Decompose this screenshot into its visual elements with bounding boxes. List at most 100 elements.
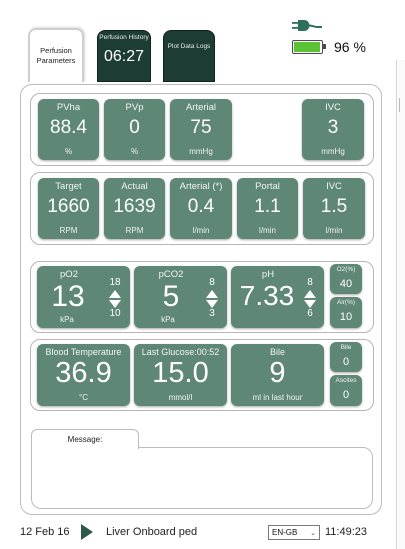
ph-high-limit: 8 bbox=[307, 277, 313, 288]
pvp-unit: % bbox=[130, 147, 139, 156]
battery-fill bbox=[294, 42, 320, 52]
portal-flow-value: 1.1 bbox=[254, 196, 281, 217]
tab-plot-data-logs[interactable]: Plot Data Logs bbox=[163, 30, 215, 82]
chevron-down-icon: ⌄ bbox=[310, 530, 316, 537]
side-panel-edge bbox=[396, 60, 405, 549]
po2-high-limit: 18 bbox=[109, 277, 121, 288]
target-rpm-card[interactable]: Target 1660 RPM bbox=[38, 178, 99, 239]
arterial-pressure-unit: mmHg bbox=[189, 147, 213, 156]
po2-low-limit: 10 bbox=[109, 308, 121, 319]
ascites-value: 0 bbox=[342, 389, 350, 401]
bile-mini-card[interactable]: Bile 0 bbox=[330, 342, 362, 372]
ivc-flow-card[interactable]: IVC 1.5 l/min bbox=[303, 178, 365, 239]
arterial-flow-value: 0.4 bbox=[187, 196, 215, 217]
target-rpm-value: 1660 bbox=[47, 196, 90, 217]
pco2-label: pCO2 bbox=[158, 269, 184, 280]
ascites-label: Ascites bbox=[335, 377, 357, 384]
perfusion-monitor-screen: Perfusion Parameters Perfusion History 0… bbox=[0, 0, 405, 549]
tab-perfusion-history[interactable]: Perfusion History 06:27 bbox=[97, 30, 151, 82]
o2-percent-card[interactable]: O2(%) 40 bbox=[330, 264, 362, 294]
pvp-label: PVp bbox=[125, 102, 144, 113]
play-icon[interactable] bbox=[81, 524, 93, 540]
ivc-pressure-label: IVC bbox=[325, 102, 341, 113]
po2-limit-arrows-icon[interactable] bbox=[109, 290, 121, 308]
po2-card[interactable]: pO2 13 kPa 18 10 bbox=[37, 266, 130, 328]
ph-value: 7.33 bbox=[239, 280, 295, 311]
arterial-flow-unit: l/min bbox=[192, 226, 210, 235]
pco2-value: 5 bbox=[162, 280, 180, 313]
pvp-value: 0 bbox=[129, 117, 140, 138]
bile-mini-label: Bile bbox=[340, 344, 352, 351]
pvha-unit: % bbox=[64, 147, 73, 156]
message-tab[interactable]: Message: bbox=[31, 429, 139, 449]
actual-rpm-card[interactable]: Actual 1639 RPM bbox=[104, 178, 165, 239]
battery-percent: 96 % bbox=[334, 39, 366, 55]
ascites-card[interactable]: Ascites 0 bbox=[330, 375, 362, 406]
actual-rpm-label: Actual bbox=[121, 181, 148, 192]
ivc-flow-label: IVC bbox=[326, 181, 342, 192]
tab-plot-data-logs-label: Plot Data Logs bbox=[167, 43, 211, 50]
arterial-pressure-card[interactable]: Arterial 75 mmHg bbox=[170, 99, 232, 160]
po2-label: pO2 bbox=[60, 269, 78, 280]
blood-temperature-label: Blood Temperature bbox=[45, 347, 122, 357]
pco2-limit-arrows-icon[interactable] bbox=[206, 290, 218, 308]
pvha-card[interactable]: PVha 88.4 % bbox=[38, 99, 99, 160]
pvha-value: 88.4 bbox=[50, 117, 87, 138]
o2-percent-value: 40 bbox=[339, 278, 353, 290]
battery-icon bbox=[292, 40, 326, 54]
message-box[interactable] bbox=[31, 447, 373, 509]
actual-rpm-value: 1639 bbox=[113, 196, 156, 217]
last-glucose-label: Last Glucose:00:52 bbox=[141, 347, 220, 357]
ivc-pressure-value: 3 bbox=[327, 117, 339, 138]
plug-icon bbox=[292, 20, 322, 31]
portal-flow-label: Portal bbox=[255, 181, 280, 192]
target-rpm-label: Target bbox=[55, 181, 82, 192]
perfusion-history-time: 06:27 bbox=[103, 48, 145, 65]
language-select-value: EN-GB bbox=[272, 528, 298, 537]
footer-time: 11:49:23 bbox=[325, 526, 368, 538]
bile-unit: ml in last hour bbox=[252, 393, 303, 402]
bile-mini-value: 0 bbox=[342, 356, 350, 368]
pco2-unit: kPa bbox=[161, 315, 175, 324]
language-select[interactable]: EN-GB ⌄ bbox=[268, 525, 320, 540]
tab-perfusion-history-label: Perfusion History bbox=[99, 34, 149, 41]
arterial-flow-card[interactable]: Arterial (*) 0.4 l/min bbox=[170, 178, 232, 239]
o2-percent-label: O2(%) bbox=[336, 266, 356, 273]
ph-limit-arrows-icon[interactable] bbox=[304, 290, 316, 308]
last-glucose-unit: mmol/l bbox=[168, 393, 193, 402]
pco2-high-limit: 8 bbox=[209, 277, 215, 288]
last-glucose-card[interactable]: Last Glucose:00:52 15.0 mmol/l bbox=[134, 344, 227, 406]
arterial-pressure-label: Arterial bbox=[185, 102, 217, 113]
air-percent-value: 10 bbox=[339, 311, 353, 323]
pco2-card[interactable]: pCO2 5 kPa 8 3 bbox=[134, 266, 227, 328]
tab-perfusion-parameters-label: Perfusion Parameters bbox=[36, 46, 76, 65]
target-rpm-unit: RPM bbox=[59, 226, 78, 235]
blood-temperature-value: 36.9 bbox=[55, 357, 112, 389]
po2-unit: kPa bbox=[60, 315, 74, 324]
ivc-pressure-card[interactable]: IVC 3 mmHg bbox=[302, 99, 364, 160]
portal-flow-card[interactable]: Portal 1.1 l/min bbox=[237, 178, 298, 239]
arterial-pressure-value: 75 bbox=[190, 117, 212, 138]
message-tab-label: Message: bbox=[67, 435, 103, 444]
bile-value: 9 bbox=[269, 357, 286, 389]
footer-procedure-name: Liver Onboard ped bbox=[106, 526, 198, 538]
blood-temperature-unit: °C bbox=[79, 393, 88, 402]
po2-value: 13 bbox=[51, 280, 85, 313]
ph-low-limit: 6 bbox=[307, 308, 313, 319]
ivc-pressure-unit: mmHg bbox=[321, 147, 345, 156]
ph-label: pH bbox=[261, 269, 275, 280]
air-percent-card[interactable]: Air(%) 10 bbox=[330, 297, 362, 328]
ivc-flow-value: 1.5 bbox=[320, 196, 348, 217]
pvp-card[interactable]: PVp 0 % bbox=[104, 99, 165, 160]
bile-card[interactable]: Bile 9 ml in last hour bbox=[231, 344, 324, 406]
arterial-flow-label: Arterial (*) bbox=[179, 181, 223, 192]
ph-card[interactable]: pH 7.33 8 6 bbox=[231, 266, 324, 328]
tab-perfusion-parameters[interactable]: Perfusion Parameters bbox=[28, 28, 84, 82]
blood-temperature-card[interactable]: Blood Temperature 36.9 °C bbox=[37, 344, 130, 406]
pco2-low-limit: 3 bbox=[209, 308, 215, 319]
air-percent-label: Air(%) bbox=[336, 299, 356, 306]
last-glucose-value: 15.0 bbox=[152, 357, 209, 389]
actual-rpm-unit: RPM bbox=[125, 226, 144, 235]
portal-flow-unit: l/min bbox=[259, 226, 276, 235]
ivc-flow-unit: l/min bbox=[325, 226, 343, 235]
